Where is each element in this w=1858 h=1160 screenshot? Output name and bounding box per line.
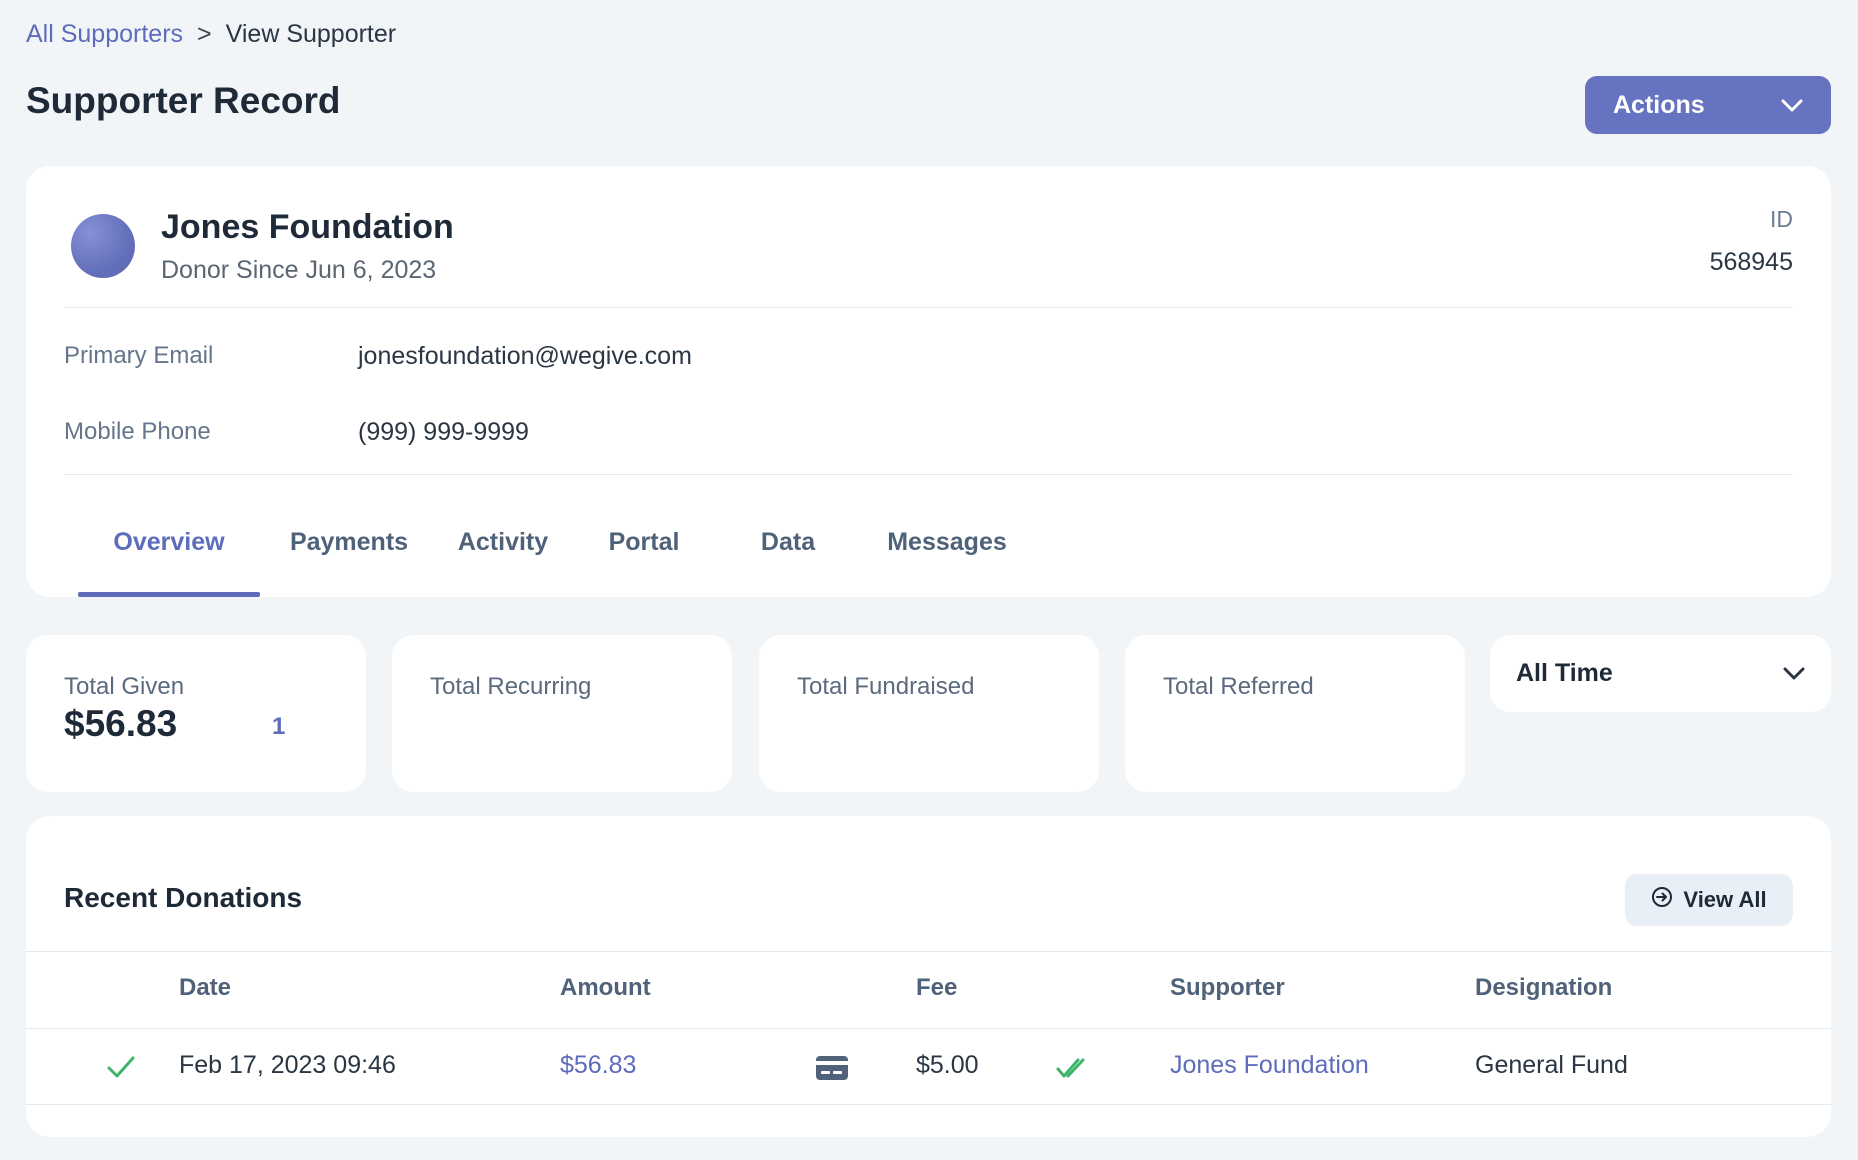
supporter-name: Jones Foundation xyxy=(161,208,454,246)
table-row-divider xyxy=(26,1104,1831,1105)
column-header-supporter: Supporter xyxy=(1170,974,1285,1001)
tab-messages[interactable]: Messages xyxy=(856,504,1038,597)
page-title: Supporter Record xyxy=(26,80,341,121)
total-given-label: Total Given xyxy=(64,673,185,700)
avatar xyxy=(71,214,135,278)
donation-amount-link[interactable]: $56.83 xyxy=(560,1051,636,1080)
breadcrumb-all-supporters-link[interactable]: All Supporters xyxy=(26,20,183,49)
tab-bar: Overview Payments Activity Portal Data M… xyxy=(78,504,1038,597)
donor-since: Donor Since Jun 6, 2023 xyxy=(161,256,437,284)
column-header-date: Date xyxy=(179,974,232,1001)
tab-activity[interactable]: Activity xyxy=(438,504,568,597)
view-all-label: View All xyxy=(1683,887,1767,912)
donation-fee: $5.00 xyxy=(916,1051,979,1079)
column-header-designation: Designation xyxy=(1475,974,1613,1001)
tab-overview[interactable]: Overview xyxy=(78,504,260,597)
id-value: 568945 xyxy=(1709,248,1793,276)
actions-button-label: Actions xyxy=(1613,90,1705,119)
breadcrumb-current: View Supporter xyxy=(225,20,397,48)
table-header-divider xyxy=(26,1028,1831,1029)
actions-dropdown-button[interactable]: Actions xyxy=(1585,76,1831,134)
table-top-divider xyxy=(26,951,1831,952)
total-fundraised-label: Total Fundraised xyxy=(797,673,975,700)
time-period-select[interactable]: All Time xyxy=(1490,635,1831,712)
column-header-fee: Fee xyxy=(916,974,958,1001)
id-label: ID xyxy=(1770,206,1793,232)
tab-data[interactable]: Data xyxy=(720,504,856,597)
arrow-circle-right-icon xyxy=(1651,886,1673,914)
double-check-icon xyxy=(1056,1056,1090,1085)
tab-portal[interactable]: Portal xyxy=(568,504,720,597)
time-period-value: All Time xyxy=(1516,659,1613,687)
credit-card-icon xyxy=(816,1056,848,1085)
total-fundraised-card: Total Fundraised xyxy=(759,635,1099,792)
recent-donations-card: Recent Donations View All Date Amount Fe… xyxy=(26,816,1831,1137)
total-given-value: $56.83 xyxy=(64,703,178,744)
total-given-count: 1 xyxy=(272,713,286,740)
recent-donations-title: Recent Donations xyxy=(64,882,303,913)
profile-divider xyxy=(64,307,1793,308)
breadcrumb-separator: > xyxy=(197,20,212,48)
tab-payments[interactable]: Payments xyxy=(260,504,438,597)
total-recurring-label: Total Recurring xyxy=(430,673,592,700)
primary-email-value: jonesfoundation@wegive.com xyxy=(358,342,692,370)
total-referred-label: Total Referred xyxy=(1163,673,1314,700)
donation-supporter-link[interactable]: Jones Foundation xyxy=(1170,1051,1369,1080)
supporter-record-page: All Supporters > View Supporter Supporte… xyxy=(0,0,1858,1160)
column-header-amount: Amount xyxy=(560,974,651,1001)
donation-designation: General Fund xyxy=(1475,1051,1628,1079)
total-referred-card: Total Referred xyxy=(1125,635,1465,792)
chevron-down-icon xyxy=(1783,659,1805,688)
view-all-button[interactable]: View All xyxy=(1625,874,1793,926)
checkmark-icon xyxy=(106,1054,136,1085)
profile-card: Jones Foundation Donor Since Jun 6, 2023… xyxy=(26,166,1831,597)
primary-email-label: Primary Email xyxy=(64,342,214,369)
total-recurring-card: Total Recurring xyxy=(392,635,732,792)
chevron-down-icon xyxy=(1781,91,1803,120)
mobile-phone-value: (999) 999-9999 xyxy=(358,418,529,446)
total-given-card: Total Given $56.83 1 xyxy=(26,635,366,792)
fields-divider xyxy=(64,474,1793,475)
mobile-phone-label: Mobile Phone xyxy=(64,418,211,445)
donation-date: Feb 17, 2023 09:46 xyxy=(179,1051,396,1079)
breadcrumb: All Supporters > View Supporter xyxy=(26,20,396,49)
